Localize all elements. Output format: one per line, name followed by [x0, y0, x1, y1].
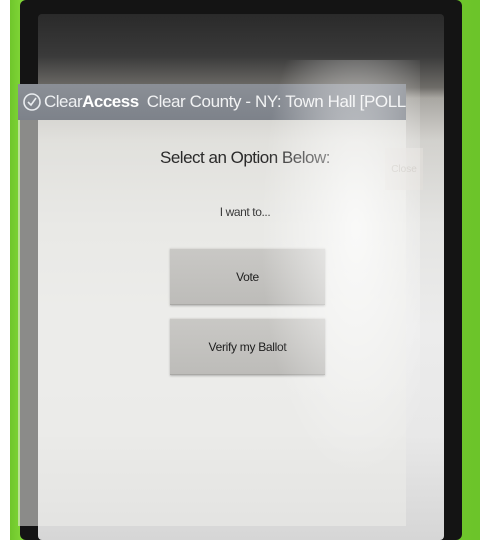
- polling-location: Clear County - NY: Town Hall [POLLS_OPEN…: [146, 92, 406, 111]
- app-header: Clear Access Clear County - NY: Town Hall…: [18, 84, 406, 120]
- logo-text-clear: Clear: [44, 92, 83, 111]
- vote-button[interactable]: Vote: [170, 248, 325, 305]
- prompt-text: I want to...: [219, 205, 271, 219]
- close-button[interactable]: Close: [385, 148, 423, 190]
- verify-ballot-button[interactable]: Verify my Ballot: [170, 318, 325, 375]
- photo-frame: Clear Access Clear County - NY: Town Hall…: [0, 0, 480, 540]
- clearaccess-logo-icon: [23, 93, 41, 111]
- logo-text-access: Access: [82, 92, 139, 111]
- app-logo: Clear Access: [22, 92, 139, 112]
